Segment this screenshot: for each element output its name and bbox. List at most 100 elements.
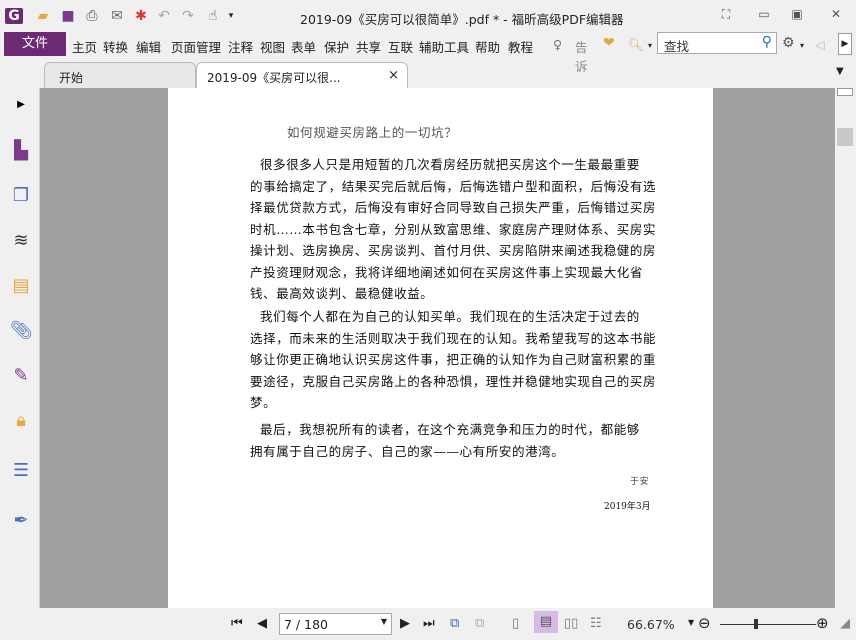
email-icon[interactable]: ✉ <box>108 8 126 24</box>
page-thumbnails-icon[interactable]: ▙ <box>10 140 32 162</box>
text-line: 要途径，克服自己买房路上的各种恐惧，理性并稳健地实现自己的买房 <box>250 373 657 389</box>
single-page-icon[interactable]: ▯ <box>512 616 519 631</box>
file-menu[interactable]: 文件 <box>4 32 66 56</box>
page-heading: 如何规避买房路上的一切坑？ <box>287 125 458 140</box>
zoom-dropdown-icon[interactable]: ▼ <box>688 618 694 627</box>
expand-panel-icon[interactable]: ▶ <box>10 94 32 116</box>
minimize-button[interactable]: ▭ <box>754 7 774 21</box>
menu-share[interactable]: 共享 <box>356 37 381 56</box>
lightbulb-icon[interactable]: ♀ <box>553 37 562 52</box>
text-line: 我们每个人都在为自己的认知买单。我们现在的生活决定于过去的 <box>260 309 640 324</box>
title-bar: G ▰ ■ ⎙ ✉ ✱ ↶ ↷ ☝ ▾ 2019-09《买房可以很简单》.pdf… <box>0 0 856 32</box>
menu-comment[interactable]: 注释 <box>228 37 253 56</box>
page-number: 7 / 180 <box>284 617 328 632</box>
text-line: 拥有属于自己的房子、自己的家——心有所安的港湾。 <box>250 443 565 459</box>
window-title: 2019-09《买房可以很简单》.pdf * - 福昕高级PDF编辑器 <box>300 12 624 27</box>
form-fields-icon[interactable]: ☰ <box>10 460 32 482</box>
tab-label: 2019-09《买房可以很... <box>207 71 341 85</box>
signature-icon[interactable]: ✎ <box>10 365 32 387</box>
text-line: 择最优贷款方式，后悔没有审好合同导致自己损失严重，后悔错过买房 <box>250 200 657 215</box>
certificate-icon[interactable]: ✒ <box>10 510 32 532</box>
menu-edit[interactable]: 编辑 <box>136 37 161 56</box>
first-page-button[interactable]: ⏮ <box>231 616 243 631</box>
next-page-button[interactable]: ▶ <box>400 616 410 631</box>
continuous-page-icon[interactable]: ▤ <box>534 611 558 633</box>
text-line: 操计划、选房换房、买房谈判、首付月供、买房陷阱来阐述我稳健的房 <box>250 243 657 258</box>
continuous-facing-icon[interactable]: ☷ <box>590 616 602 631</box>
pages-icon[interactable]: ❐ <box>10 185 32 207</box>
tab-document[interactable]: 2019-09《买房可以很... × <box>196 62 408 88</box>
ribbon-right-button[interactable]: ▶ <box>838 33 852 55</box>
menu-help[interactable]: 帮助 <box>475 37 500 56</box>
menu-tutorial[interactable]: 教程 <box>508 37 533 56</box>
print-icon[interactable]: ⎙ <box>83 8 101 24</box>
tab-bar: 开始 2019-09《买房可以很... × ▼ <box>0 60 856 88</box>
comments-icon[interactable]: ▤ <box>10 275 32 297</box>
zoom-slider[interactable] <box>720 624 816 625</box>
text-line: 钱、最高效谈判、最稳健收益。 <box>250 286 434 301</box>
menu-page-management[interactable]: 页面管理 <box>171 37 221 56</box>
page-number-input[interactable]: 7 / 180 ▼ <box>279 613 392 635</box>
text-line: 梦。 <box>250 395 277 410</box>
app-logo-icon: G <box>5 8 23 24</box>
zoom-slider-thumb[interactable] <box>754 619 759 629</box>
new-document-icon[interactable]: ✱ <box>132 8 150 24</box>
search-input[interactable]: 查找 ⚲ <box>657 32 777 54</box>
text-line: 最后，我想祝所有的读者，在这个充满竞争和压力的时代，都能够 <box>260 422 640 437</box>
menu-form[interactable]: 表单 <box>291 37 316 56</box>
close-tab-icon[interactable]: × <box>388 68 399 83</box>
tab-label: 开始 <box>59 71 84 85</box>
previous-page-button[interactable]: ◀ <box>257 616 267 631</box>
navigation-sidebar: ▶ ▙ ❐ ≋ ▤ 📎︎ ✎ 🔒︎ ☰ ✒ <box>0 88 40 608</box>
scroll-up-button[interactable] <box>837 88 853 96</box>
text-line: 很多很多人只是用短暂的几次看房经历就把买房这个一生最最重要 <box>260 157 640 172</box>
find-folder-icon[interactable]: 🔍︎ <box>628 37 644 53</box>
menu-home[interactable]: 主页 <box>72 37 97 56</box>
close-button[interactable]: ✕ <box>826 7 846 21</box>
save-icon[interactable]: ■ <box>59 8 77 24</box>
date-text: 2019年3月 <box>604 502 651 512</box>
zoom-out-button[interactable]: ⊖ <box>698 614 711 632</box>
customize-dropdown-icon[interactable]: ▾ <box>222 8 240 24</box>
text-line: 选择，而未来的生活则取决于我们现在的认知。我希望我写的这本书能 <box>250 330 657 346</box>
layers-icon[interactable]: ≋ <box>10 230 32 252</box>
previous-view-icon[interactable]: ⧉ <box>450 616 459 631</box>
text-line: 产投资理财观念，我将详细地阐述如何在买房这件事上实现最大化省 <box>250 264 644 280</box>
resize-grip-icon[interactable]: ◢ <box>840 616 850 631</box>
settings-icon[interactable]: ⚙ <box>782 35 795 51</box>
menu-view[interactable]: 视图 <box>260 37 285 56</box>
facing-pages-icon[interactable]: ▯▯ <box>564 616 578 631</box>
tab-start[interactable]: 开始 <box>44 62 196 88</box>
last-page-button[interactable]: ⏭ <box>423 616 435 631</box>
heart-icon[interactable]: ❤ <box>603 35 615 51</box>
vertical-scrollbar[interactable] <box>835 88 856 608</box>
ribbon-left-icon[interactable]: ◁ <box>815 37 825 52</box>
text-line: 够让你更正确地认识买房这件事，把正确的认知作为自己财富积累的重 <box>250 352 657 367</box>
zoom-in-button[interactable]: ⊕ <box>816 614 829 632</box>
status-bar: ⏮ ◀ 7 / 180 ▼ ▶ ⏭ ⧉ ⧉ ▯ ▤ ▯▯ ☷ 66.67% ▼ ⊖… <box>0 608 856 640</box>
security-lock-icon[interactable]: 🔒︎ <box>10 410 32 432</box>
maximize-button[interactable]: ▣ <box>787 7 807 21</box>
menu-connect[interactable]: 互联 <box>388 37 413 56</box>
next-view-icon[interactable]: ⧉ <box>475 616 484 631</box>
text-line: 的事给搞定了，结果买完后就后悔，后悔选错户型和面积，后悔没有选 <box>250 178 657 194</box>
menu-convert[interactable]: 转换 <box>103 37 128 56</box>
tab-list-dropdown-icon[interactable]: ▼ <box>836 66 844 77</box>
search-placeholder: 查找 <box>664 39 690 54</box>
scroll-thumb[interactable] <box>837 128 853 146</box>
fullscreen-icon[interactable]: ⛶ <box>716 7 736 22</box>
zoom-level[interactable]: 66.67% <box>627 617 675 632</box>
hand-tool-icon[interactable]: ☝ <box>204 8 222 24</box>
signature-text: 于安 <box>630 477 650 487</box>
search-icon[interactable]: ⚲ <box>762 34 772 50</box>
settings-dropdown-icon[interactable]: ▾ <box>800 41 804 50</box>
page-dropdown-icon[interactable]: ▼ <box>381 617 387 626</box>
undo-icon[interactable]: ↶ <box>155 8 173 24</box>
open-folder-icon[interactable]: ▰ <box>34 8 52 24</box>
menu-accessibility[interactable]: 辅助工具 <box>419 37 469 56</box>
pdf-page: 如何规避买房路上的一切坑？ 很多很多人只是用短暂的几次看房经历就把买房这个一生最… <box>168 88 713 608</box>
menu-protect[interactable]: 保护 <box>324 37 349 56</box>
attachments-icon[interactable]: 📎︎ <box>10 320 33 342</box>
dropdown-icon[interactable]: ▾ <box>648 41 652 50</box>
redo-icon[interactable]: ↷ <box>179 8 197 24</box>
